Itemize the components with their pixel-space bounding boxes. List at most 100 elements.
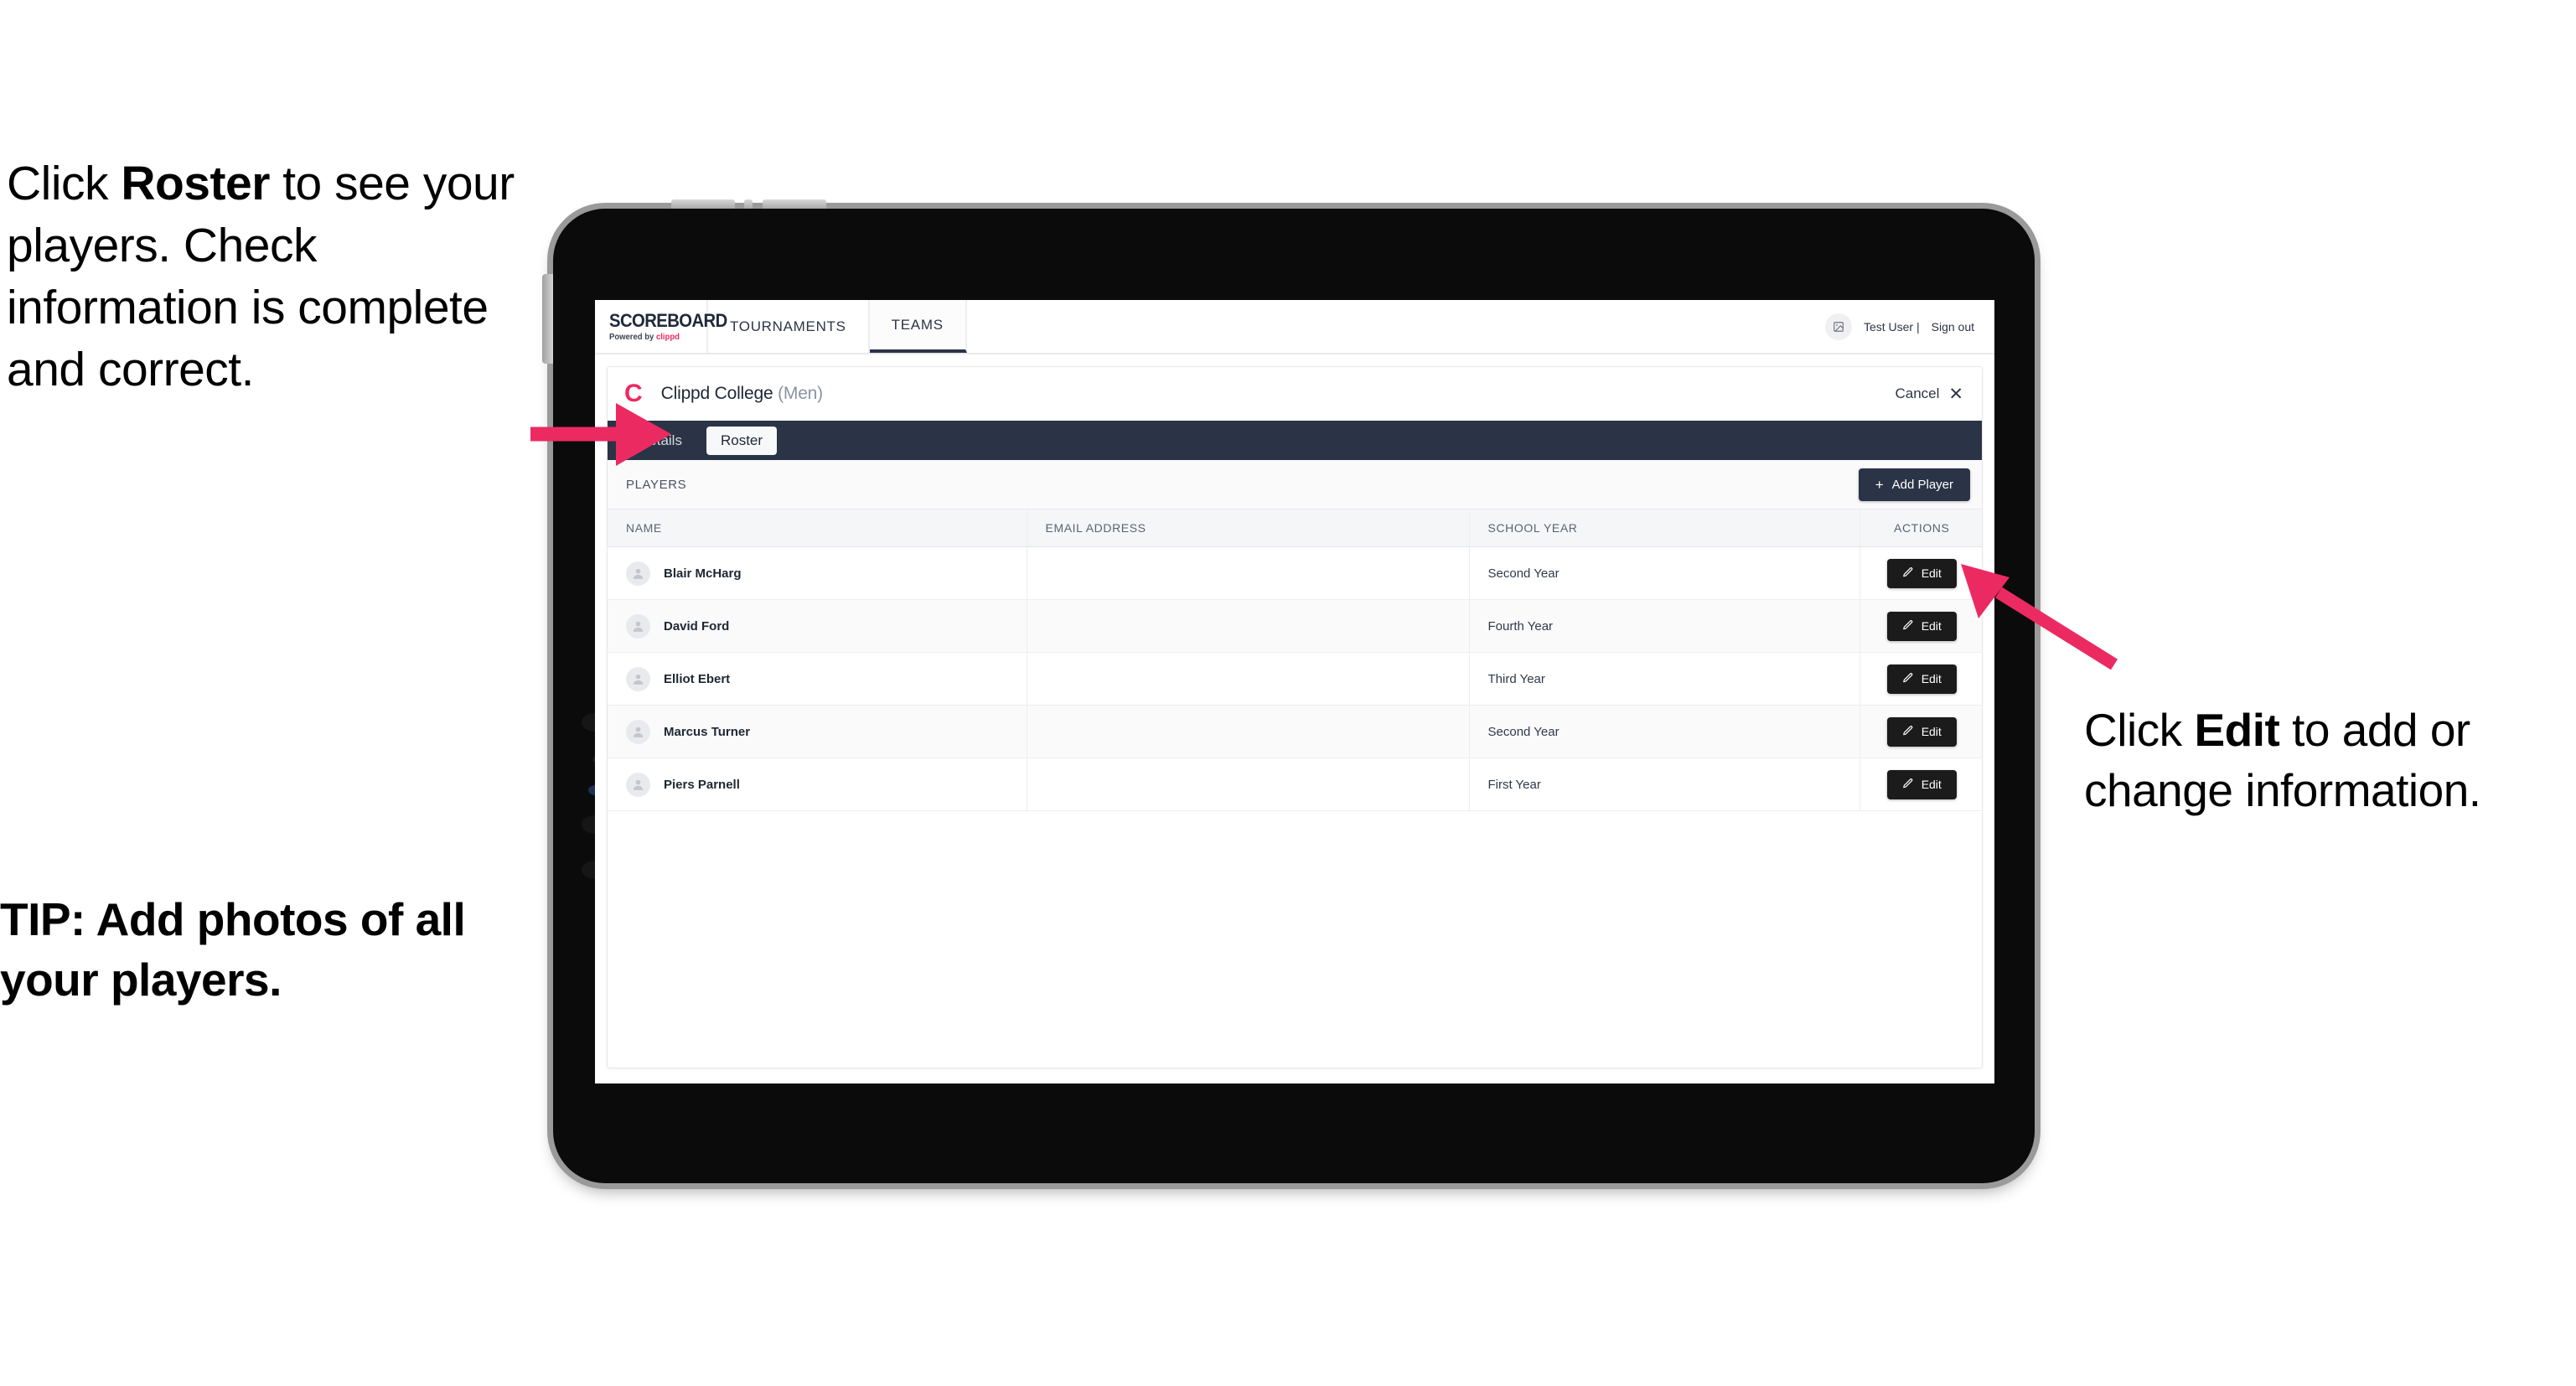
edit-button[interactable]: Edit [1886, 769, 1957, 799]
edit-button-label: Edit [1921, 778, 1942, 791]
cell-name: Marcus Turner [608, 705, 1027, 758]
plus-icon: + [1875, 476, 1884, 493]
annotation-tip-add-photos: TIP: Add photos of all your players. [0, 893, 466, 1006]
player-name: Blair McHarg [664, 566, 742, 581]
annotation-right-pre: Click [2084, 704, 2195, 756]
device-side-button[interactable] [542, 274, 553, 364]
annotation-left-pre: Click [7, 157, 122, 210]
school-year-value: Third Year [1487, 671, 1545, 686]
close-icon: ✕ [1948, 384, 1963, 404]
team-gender-text: (Men) [778, 384, 823, 403]
school-year-value: Second Year [1487, 566, 1560, 581]
annotation-click-edit: Click Edit to add or change information. [2084, 701, 2576, 820]
cell-email [1027, 705, 1470, 758]
brand-logo[interactable]: SCOREBOARD Powered by clippd [595, 300, 727, 353]
players-table-body: Blair McHarg Second Year Edit David Ford Fou… [608, 546, 1982, 811]
cell-actions: Edit [1860, 599, 1982, 653]
device-top-button-2[interactable] [744, 199, 753, 209]
table-row: Elliot Ebert Third Year Edit [608, 652, 1982, 706]
cell-name: David Ford [608, 599, 1027, 653]
nav-tab-tournaments[interactable]: TOURNAMENTS [708, 300, 870, 353]
school-year-value: Second Year [1487, 724, 1560, 739]
players-table: NAME EMAIL ADDRESS SCHOOL YEAR ACTIONS B… [608, 509, 1982, 811]
annotation-click-roster: Click Roster to see your players. Check … [7, 153, 543, 401]
column-header-name: NAME [608, 509, 1027, 547]
edit-button[interactable]: Edit [1886, 664, 1957, 694]
cell-name: Blair McHarg [608, 546, 1027, 600]
tab-roster[interactable]: Roster [706, 426, 778, 455]
brand-subtitle: Powered by clippd [609, 332, 701, 342]
tab-details[interactable]: Details [624, 427, 696, 455]
players-toolbar: PLAYERS + Add Player [608, 460, 1982, 509]
team-logo-mark: C [624, 380, 643, 407]
cell-school-year: First Year [1469, 758, 1860, 811]
device-top-button-3[interactable] [763, 199, 826, 209]
player-name: Marcus Turner [664, 724, 751, 739]
top-navigation-bar: SCOREBOARD Powered by clippd TOURNAMENTS… [595, 300, 1994, 354]
team-card: C Clippd College (Men) Cancel ✕ Details … [607, 366, 1983, 1068]
pencil-icon [1902, 725, 1914, 739]
school-year-value: First Year [1487, 777, 1541, 792]
player-name: Piers Parnell [664, 777, 740, 792]
team-card-header: C Clippd College (Men) Cancel ✕ [608, 367, 1982, 421]
team-name-text: Clippd College [660, 384, 773, 403]
cancel-label: Cancel [1895, 385, 1940, 401]
device-top-button-1[interactable] [671, 199, 735, 209]
cell-school-year: Fourth Year [1469, 599, 1860, 653]
players-section-label: PLAYERS [626, 477, 687, 492]
cell-actions: Edit [1860, 652, 1982, 706]
pencil-icon [1902, 778, 1914, 792]
cell-email [1027, 546, 1470, 600]
cell-name: Piers Parnell [608, 758, 1027, 811]
annotation-left-bold: Roster [121, 157, 270, 210]
cell-email [1027, 652, 1470, 706]
cell-school-year: Second Year [1469, 705, 1860, 758]
table-row: David Ford Fourth Year Edit [608, 599, 1982, 653]
school-year-value: Fourth Year [1487, 618, 1554, 634]
avatar [626, 666, 650, 691]
pencil-icon [1902, 566, 1914, 581]
edit-button-label: Edit [1921, 725, 1942, 738]
pencil-icon [1902, 672, 1914, 686]
card-tab-strip: Details Roster [608, 421, 1982, 460]
table-row: Blair McHarg Second Year Edit [608, 546, 1982, 600]
avatar [626, 719, 650, 744]
topnav-spacer [967, 300, 1825, 353]
pencil-icon [1902, 619, 1914, 634]
annotation-right-bold: Edit [2194, 704, 2280, 756]
table-header-row: NAME EMAIL ADDRESS SCHOOL YEAR ACTIONS [608, 509, 1982, 547]
column-header-school-year: SCHOOL YEAR [1469, 509, 1860, 547]
table-row: Marcus Turner Second Year Edit [608, 705, 1982, 758]
avatar [626, 772, 650, 797]
edit-button[interactable]: Edit [1886, 611, 1957, 641]
player-name: David Ford [664, 618, 730, 634]
user-name-label: Test User | [1863, 319, 1920, 334]
column-header-actions: ACTIONS [1860, 509, 1982, 547]
add-player-button[interactable]: + Add Player [1858, 468, 1970, 501]
user-area: Test User | Sign out [1824, 300, 1994, 353]
image-placeholder-icon[interactable] [1824, 313, 1852, 340]
table-row: Piers Parnell First Year Edit [608, 758, 1982, 811]
cell-school-year: Second Year [1469, 546, 1860, 600]
cell-actions: Edit [1860, 758, 1982, 811]
avatar [626, 613, 650, 639]
cell-school-year: Third Year [1469, 652, 1860, 706]
edit-button[interactable]: Edit [1886, 716, 1957, 747]
edit-button[interactable]: Edit [1886, 558, 1957, 588]
player-name: Elliot Ebert [664, 671, 731, 686]
cell-email [1027, 599, 1470, 653]
avatar [626, 561, 650, 586]
add-player-label: Add Player [1891, 477, 1953, 492]
brand-powered-name: clippd [655, 332, 680, 342]
brand-title: SCOREBOARD [609, 309, 727, 331]
cell-email [1027, 758, 1470, 811]
team-name-title: Clippd College (Men) [661, 384, 823, 404]
cancel-button[interactable]: Cancel ✕ [1895, 385, 1963, 403]
players-table-head: NAME EMAIL ADDRESS SCHOOL YEAR ACTIONS [608, 509, 1982, 547]
sign-out-link[interactable]: Sign out [1932, 320, 1974, 334]
cell-actions: Edit [1860, 546, 1982, 600]
brand-powered-prefix: Powered by [609, 332, 656, 342]
nav-tab-teams[interactable]: TEAMS [869, 300, 967, 353]
edit-button-label: Edit [1921, 566, 1942, 580]
app-screen: SCOREBOARD Powered by clippd TOURNAMENTS… [595, 300, 1994, 1083]
